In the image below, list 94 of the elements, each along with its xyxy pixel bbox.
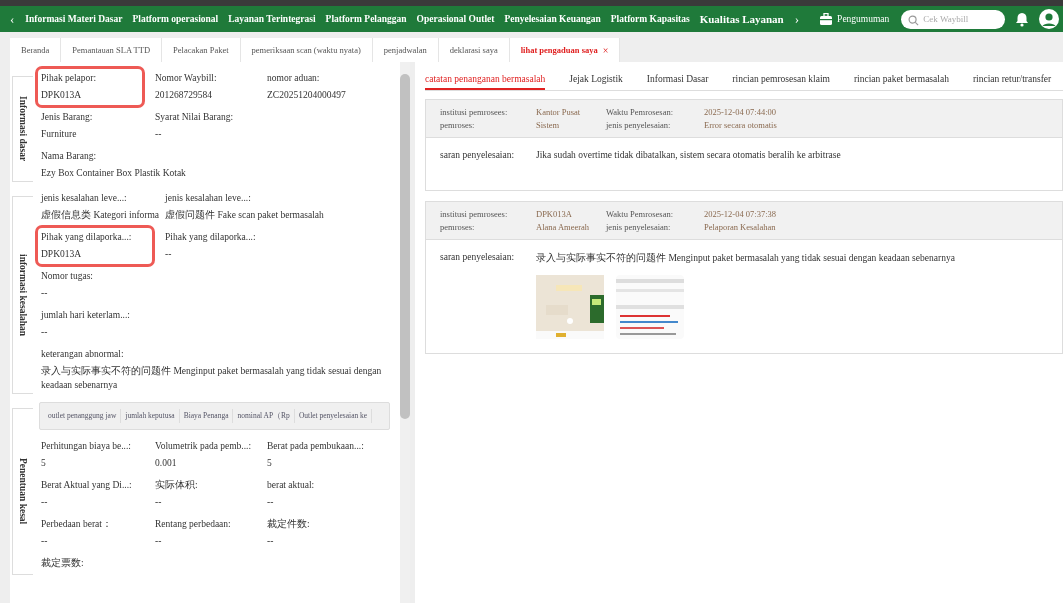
nav-menu-item[interactable]: Operasional Outlet: [411, 10, 500, 28]
field-label: Pihak yang dilaporka...:: [165, 231, 257, 243]
field-label: Nomor Waybill:: [155, 72, 218, 84]
field-value: 录入与实际事实不符的问题件 Menginput paket bermasalah yang tidak sesuai dengan keadaan sebenarnya: [536, 252, 955, 265]
scroll-right-button[interactable]: ›: [788, 11, 806, 27]
announcement-button[interactable]: Pengumuman: [813, 11, 896, 27]
nav-menu-item[interactable]: Platform Pelanggan: [320, 10, 412, 28]
field-value: --: [41, 535, 49, 548]
section-title: informasi kesalahan: [12, 196, 33, 394]
field-label: pemroses:: [440, 120, 476, 130]
detail-tab[interactable]: Informasi Dasar: [646, 70, 709, 90]
field-value: Kantor Pusat: [536, 107, 582, 117]
field-value: --: [267, 535, 275, 548]
field-value: 2025-12-04 07:44:00: [704, 107, 777, 117]
field-value: 2025-12-04 07:37:38: [704, 209, 777, 219]
section-title: Informasi dasar: [12, 76, 33, 182]
field-label: jenis penyelesaian:: [606, 222, 672, 232]
detail-tab[interactable]: catatan penanganan bermasalah: [425, 70, 546, 90]
search-field[interactable]: Cek Waybill: [901, 9, 1006, 29]
field-value: --: [41, 287, 49, 300]
field-value: Ezy Box Container Box Plastik Kotak: [41, 167, 187, 180]
field-label: Berat pada pembukaan...:: [267, 440, 365, 452]
field-label: jenis kesalahan leve...:: [41, 192, 128, 204]
field-value: 虚假问题件 Fake scan paket bermasalah: [165, 209, 325, 222]
nav-menu-item[interactable]: Platform Kapasitas: [605, 10, 695, 28]
page-tab[interactable]: deklarasi saya: [438, 38, 510, 62]
field-value: Sistem: [536, 120, 561, 130]
field-label: Jenis Barang:: [41, 111, 94, 123]
field-label: Perhitungan biaya be...:: [41, 440, 132, 452]
field-label: Volumetrik pada pemb...:: [155, 440, 253, 452]
field-label: jenis kesalahan leve...:: [165, 192, 252, 204]
field-label: berat aktual:: [267, 479, 316, 491]
field-label: jumlah hari keterlam...:: [41, 309, 131, 321]
field-value: --: [41, 496, 49, 509]
field-label: Nama Barang:: [41, 150, 98, 162]
field-label: jenis penyelesaian:: [606, 120, 672, 130]
field-label: Rentang perbedaan:: [155, 518, 232, 530]
field-label: Waktu Pemrosesan:: [606, 209, 675, 219]
nav-menu-item[interactable]: Kualitas Layanan: [694, 9, 789, 29]
field-value: Alana Ameerah: [536, 222, 591, 232]
field-label: institusi pemrosees:: [440, 209, 509, 219]
field-value: DPK013A: [41, 248, 83, 261]
field-label: keterangan abnormal:: [41, 348, 125, 360]
field-value: --: [155, 496, 163, 509]
field-value: --: [155, 128, 163, 141]
detail-tab[interactable]: Jejak Logistik: [569, 70, 623, 90]
field-value: --: [165, 248, 173, 261]
field-value: 虚假信息类 Kategori informa: [41, 209, 161, 222]
field-value: 5: [267, 457, 273, 470]
field-label: nomor aduan:: [267, 72, 321, 84]
page-tab[interactable]: Pelacakan Paket: [162, 38, 241, 62]
field-value: 录入与实际事实不符的问题件 Menginput paket bermasalah yang tidak sesuai dengan keadaan sebenarnya: [41, 364, 383, 392]
page-tab[interactable]: pemeriksaan scan (waktu nyata): [240, 38, 373, 62]
field-value: ZC20251204000497: [267, 89, 347, 102]
page-tab[interactable]: Pemantauan SLA TTD: [61, 38, 163, 62]
field-label: Perbedaan berat：: [41, 518, 113, 530]
field-label: institusi pemrosees:: [440, 107, 509, 117]
field-value: 201268729584: [155, 89, 213, 102]
scroll-left-button[interactable]: ‹: [4, 11, 21, 27]
field-label: saran penyelesaian:: [440, 252, 516, 264]
field-label: Pihak yang dilaporka...:: [41, 231, 133, 243]
field-value: --: [41, 326, 49, 339]
detail-tab[interactable]: rincian pemrosesan klaim: [732, 70, 830, 90]
field-value: Error secara otomatis: [704, 120, 778, 130]
nav-menu-item[interactable]: Penyelesaian Keuangan: [499, 10, 606, 28]
page-tab[interactable]: lihat pengaduan saya ×: [509, 38, 621, 62]
detail-tab[interactable]: rincian retur/transfer: [972, 70, 1052, 90]
nav-menu-item[interactable]: Layanan Terintegrasi: [223, 10, 321, 28]
field-value: DPK013A: [536, 209, 573, 219]
field-value: Furniture: [41, 128, 78, 141]
field-label: Pihak pelapor:: [41, 72, 98, 84]
field-value: Jika sudah overtime tidak dibatalkan, sistem secara otomatis beralih ke arbitrase: [536, 150, 841, 160]
detail-tab[interactable]: rincian paket bermasalah: [853, 70, 949, 90]
section-title: Penentuan kesal: [12, 408, 33, 575]
nav-menu-item[interactable]: Informasi Materi Dasar: [20, 10, 128, 28]
nav-menu-item[interactable]: Platform operasional: [127, 10, 224, 28]
field-label: 实际体积:: [155, 479, 199, 491]
field-label: 裁定票数:: [41, 557, 85, 569]
field-value: Pelaporan Kesalahan: [704, 222, 777, 232]
field-label: saran penyelesaian:: [440, 150, 516, 160]
page-tab[interactable]: penjadwalan: [372, 38, 439, 62]
field-label: Nomor tugas:: [41, 270, 94, 282]
field-label: Waktu Pemrosesan:: [606, 107, 675, 117]
field-value: 0.001: [155, 457, 178, 470]
field-label: pemroses:: [440, 222, 476, 232]
field-value: 5: [41, 457, 47, 470]
page-tab[interactable]: Beranda: [10, 38, 62, 62]
field-value: --: [267, 496, 275, 509]
field-label: Syarat Nilai Barang:: [155, 111, 235, 123]
field-label: 裁定件数:: [267, 518, 311, 530]
field-value: DPK013A: [41, 89, 83, 102]
field-value: --: [155, 535, 163, 548]
close-icon[interactable]: ×: [602, 44, 609, 56]
field-label: Berat Aktual yang Di...:: [41, 479, 133, 491]
